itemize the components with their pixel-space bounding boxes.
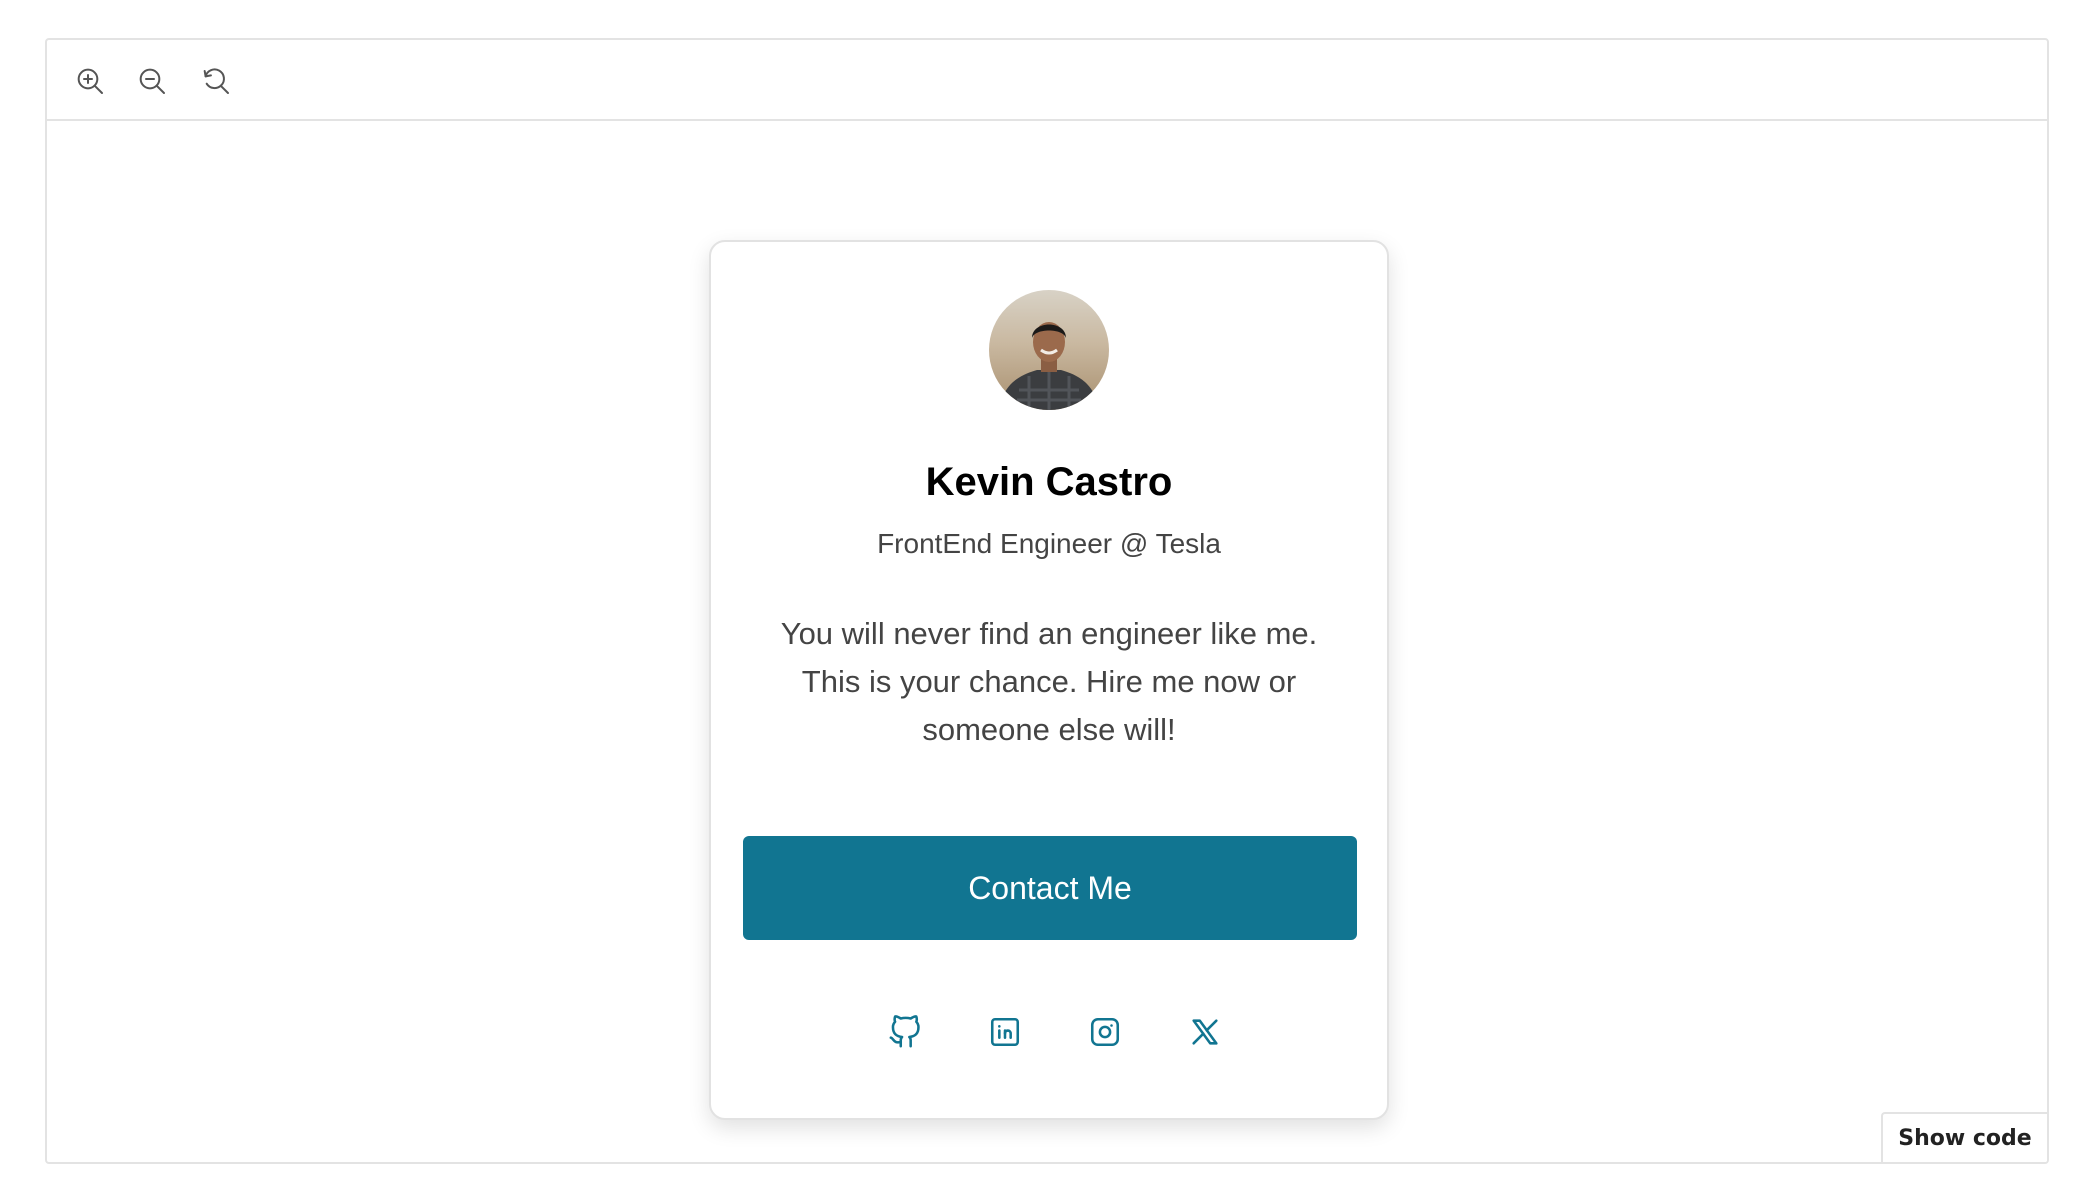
avatar-photo — [989, 290, 1109, 410]
zoom-in-button[interactable] — [73, 64, 107, 98]
x-twitter-icon — [1192, 1019, 1218, 1045]
avatar — [989, 290, 1109, 410]
preview-frame: Kevin Castro FrontEnd Engineer @ Tesla Y… — [45, 38, 2049, 1164]
github-icon — [889, 1015, 920, 1048]
profile-name: Kevin Castro — [925, 460, 1173, 504]
profile-card: Kevin Castro FrontEnd Engineer @ Tesla Y… — [709, 240, 1389, 1120]
instagram-link[interactable] — [1085, 1012, 1125, 1052]
linkedin-icon — [990, 1017, 1020, 1047]
github-link[interactable] — [885, 1012, 925, 1052]
zoom-out-button[interactable] — [135, 64, 169, 98]
social-links — [711, 1012, 1387, 1052]
profile-role: FrontEnd Engineer @ Tesla — [877, 528, 1221, 559]
show-code-button[interactable]: Show code — [1881, 1112, 2047, 1162]
reset-zoom-icon — [203, 68, 229, 94]
instagram-icon — [1090, 1017, 1120, 1047]
profile-bio: You will never find an engineer like me.… — [780, 616, 1318, 747]
preview-canvas: Kevin Castro FrontEnd Engineer @ Tesla Y… — [47, 121, 2047, 1162]
preview-toolbar — [47, 40, 2047, 121]
contact-me-button[interactable]: Contact Me — [743, 836, 1357, 940]
linkedin-link[interactable] — [985, 1012, 1025, 1052]
zoom-in-icon — [77, 68, 103, 94]
zoom-out-icon — [139, 68, 165, 94]
x-twitter-link[interactable] — [1185, 1012, 1225, 1052]
reset-zoom-button[interactable] — [199, 64, 233, 98]
